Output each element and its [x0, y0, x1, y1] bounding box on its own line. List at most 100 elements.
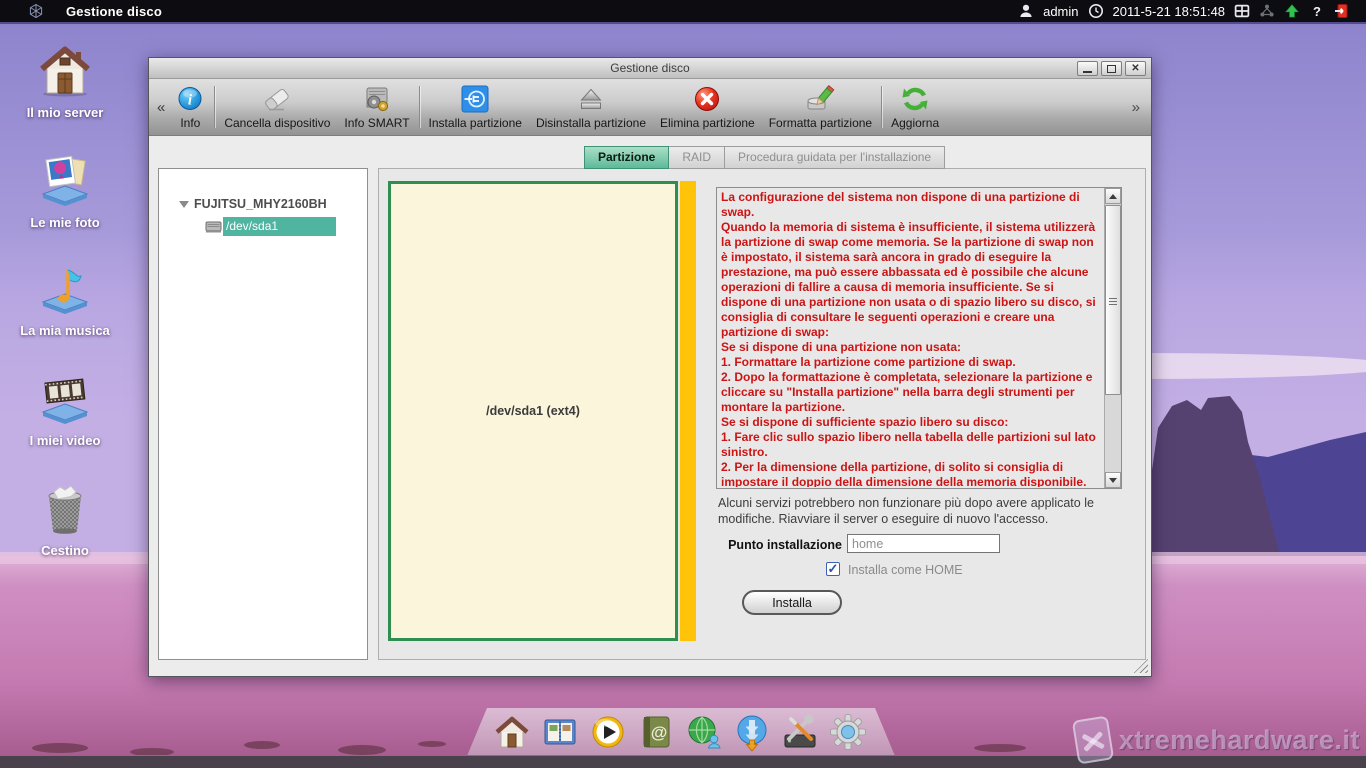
desktop-icon-label: Il mio server [12, 105, 118, 120]
tree-partition-label-selected[interactable]: /dev/sda1 [223, 217, 336, 236]
clock-icon [1088, 3, 1104, 19]
network-icon[interactable] [1259, 3, 1275, 19]
toolbar-label: Elimina partizione [660, 116, 755, 130]
desktop-icon-music[interactable]: La mia musica [12, 258, 118, 338]
scrollbar[interactable] [1104, 188, 1121, 488]
desktop-icon-label: Le mie foto [12, 215, 118, 230]
watermark-x-badge-icon [1072, 715, 1114, 764]
scroll-down-button[interactable] [1105, 472, 1121, 488]
upload-arrow-icon[interactable] [1284, 3, 1300, 19]
toolbar-refresh-button[interactable]: Aggiorna [884, 79, 946, 135]
system-datetime: 2011-5-21 18:51:48 [1113, 4, 1226, 19]
desktop-icon-label: La mia musica [12, 323, 118, 338]
toolbar-erase-device-button[interactable]: Cancella dispositivo [217, 79, 337, 135]
toolbar-smart-info-button[interactable]: Info SMART [337, 79, 416, 135]
address-book-icon[interactable]: @ [636, 712, 676, 752]
toolbar-format-partition-button[interactable]: Formatta partizione [762, 79, 879, 135]
settings-gear-icon[interactable] [828, 712, 868, 752]
toolbar-label: Disinstalla partizione [536, 116, 646, 130]
maximize-button[interactable] [1101, 61, 1122, 76]
install-button[interactable]: Installa [742, 590, 842, 615]
desktop-icon-photos[interactable]: Le mie foto [12, 150, 118, 230]
window-toolbar: « i Info [149, 79, 1151, 136]
desktop-icon-trash[interactable]: Cestino [12, 478, 118, 558]
mount-point-label: Punto installazione [716, 538, 842, 552]
window-resize-grip[interactable] [1133, 658, 1148, 673]
partition-detail-column: La configurazione del sistema non dispon… [716, 169, 1130, 659]
tree-expander-icon[interactable] [179, 201, 189, 208]
info-icon: i [175, 84, 205, 114]
toolbar-unmount-partition-button[interactable]: Disinstalla partizione [529, 79, 653, 135]
download-globe-icon[interactable] [732, 712, 772, 752]
arrow-up-icon [1109, 194, 1117, 199]
maximize-icon [1107, 65, 1116, 73]
view-tabs: Partizione RAID Procedura guidata per l'… [584, 146, 945, 169]
partition-map-label: /dev/sda1 (ext4) [486, 404, 580, 418]
tree-partition-row[interactable]: /dev/sda1 [205, 217, 367, 236]
user-icon[interactable] [1018, 3, 1034, 19]
format-pencil-icon [805, 84, 835, 114]
desktop-icon-server[interactable]: Il mio server [12, 40, 118, 120]
minimize-icon [1083, 71, 1092, 73]
disk-management-window: Gestione disco ✕ « i Info [148, 57, 1152, 677]
trash-icon [35, 478, 95, 538]
logout-icon[interactable] [1334, 3, 1350, 19]
toolbar-info-button[interactable]: i Info [168, 79, 212, 135]
toolbar-separator [881, 86, 882, 128]
toolbar-label: Installa partizione [429, 116, 522, 130]
partition-map-block[interactable]: /dev/sda1 (ext4) [388, 181, 678, 641]
swap-info-text: La configurazione del sistema non dispon… [721, 190, 1100, 487]
videos-icon [35, 368, 95, 428]
tab-install-wizard[interactable]: Procedura guidata per l'installazione [725, 146, 945, 169]
mount-plug-icon [460, 84, 490, 114]
music-icon [35, 258, 95, 318]
install-as-home-label: Installa come HOME [848, 563, 963, 577]
toolbar-label: Info [180, 116, 200, 130]
toolbar-overflow-left-icon[interactable]: « [154, 100, 168, 115]
system-logo-icon[interactable] [28, 3, 44, 19]
toolbar-delete-partition-button[interactable]: Elimina partizione [653, 79, 762, 135]
toolbar-label: Formatta partizione [769, 116, 872, 130]
toolbar-label: Aggiorna [891, 116, 939, 130]
desktop-icon-videos[interactable]: I miei video [12, 368, 118, 448]
delete-x-icon [692, 84, 722, 114]
install-as-home-checkbox[interactable] [826, 562, 840, 576]
partition-main-panel: /dev/sda1 (ext4) La configurazione del s… [378, 168, 1146, 660]
arrow-down-icon [1109, 478, 1117, 483]
toolbar-label: Cancella dispositivo [224, 116, 330, 130]
minimize-button[interactable] [1077, 61, 1098, 76]
media-play-icon[interactable] [588, 712, 628, 752]
tab-raid[interactable]: RAID [669, 146, 725, 169]
smart-disk-icon [362, 84, 392, 114]
free-space-strip[interactable] [680, 181, 696, 641]
toolbar-label: Info SMART [344, 116, 409, 130]
photo-album-icon[interactable] [540, 712, 580, 752]
disk-tools-icon[interactable] [780, 712, 820, 752]
dock: @ [455, 708, 905, 756]
watermark: xtremehardware.it [1075, 718, 1360, 762]
scrollbar-thumb[interactable] [1105, 205, 1121, 395]
refresh-icon [900, 84, 930, 114]
system-top-bar: Gestione disco admin 2011-5-21 18:51:48 [0, 0, 1366, 22]
tab-partizione[interactable]: Partizione [584, 146, 669, 169]
device-tree-panel: FUJITSU_MHY2160BH /dev/sda1 [158, 168, 368, 660]
window-titlebar[interactable]: Gestione disco ✕ [149, 58, 1151, 79]
desktop-icon-label: Cestino [12, 543, 118, 558]
home-icon[interactable] [492, 712, 532, 752]
toolbar-overflow-right-icon[interactable]: » [1129, 100, 1146, 115]
tree-device-row[interactable]: FUJITSU_MHY2160BH [179, 197, 367, 211]
logged-in-user[interactable]: admin [1043, 4, 1078, 19]
toolbar-mount-partition-button[interactable]: Installa partizione [422, 79, 529, 135]
mount-point-input[interactable] [847, 534, 1000, 553]
scroll-up-button[interactable] [1105, 188, 1121, 204]
disk-drive-icon [205, 219, 222, 234]
toolbar-separator [214, 86, 215, 128]
watermark-text: xtremehardware.it [1119, 725, 1360, 756]
network-globe-icon[interactable] [684, 712, 724, 752]
window-title: Gestione disco [610, 61, 689, 75]
close-button[interactable]: ✕ [1125, 61, 1146, 76]
tree-device-label: FUJITSU_MHY2160BH [194, 197, 327, 211]
close-icon: ✕ [1131, 64, 1139, 74]
help-icon[interactable]: ? [1309, 4, 1325, 19]
windows-grid-icon[interactable] [1234, 3, 1250, 19]
